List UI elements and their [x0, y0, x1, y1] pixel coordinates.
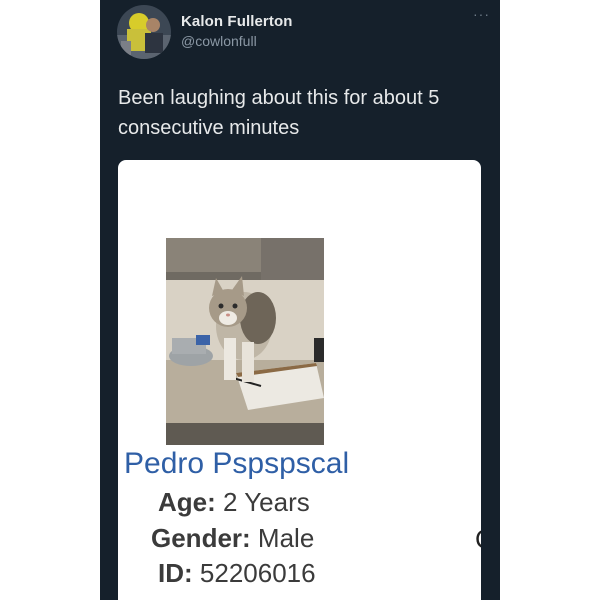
gender-value: Male: [257, 523, 315, 553]
gender-row: Gender: Male: [151, 522, 314, 554]
id-row: ID: 52206016: [158, 557, 316, 589]
age-label: Age:: [158, 487, 216, 517]
cropped-text: C: [475, 523, 481, 555]
pet-name: Pedro Pspspscal: [124, 447, 350, 480]
tweet: Kalon Fullerton @cowlonfull ··· Been lau…: [100, 0, 500, 600]
gender-label: Gender:: [151, 523, 251, 553]
more-options-icon[interactable]: ···: [473, 6, 490, 22]
age-row: Age: 2 Years: [158, 486, 310, 518]
user-avatar-icon[interactable]: [117, 5, 171, 59]
cat-photo: [166, 238, 324, 445]
id-label: ID:: [158, 558, 193, 588]
tweet-text: Been laughing about this for about 5 con…: [118, 87, 440, 139]
display-name[interactable]: Kalon Fullerton: [181, 13, 293, 30]
pet-card-image[interactable]: Pedro Pspspscal Age: 2 Years Gender: Mal…: [118, 160, 481, 600]
id-value: 52206016: [199, 558, 316, 588]
user-handle[interactable]: @cowlonfull: [181, 33, 257, 49]
age-value: 2 Years: [223, 487, 310, 517]
